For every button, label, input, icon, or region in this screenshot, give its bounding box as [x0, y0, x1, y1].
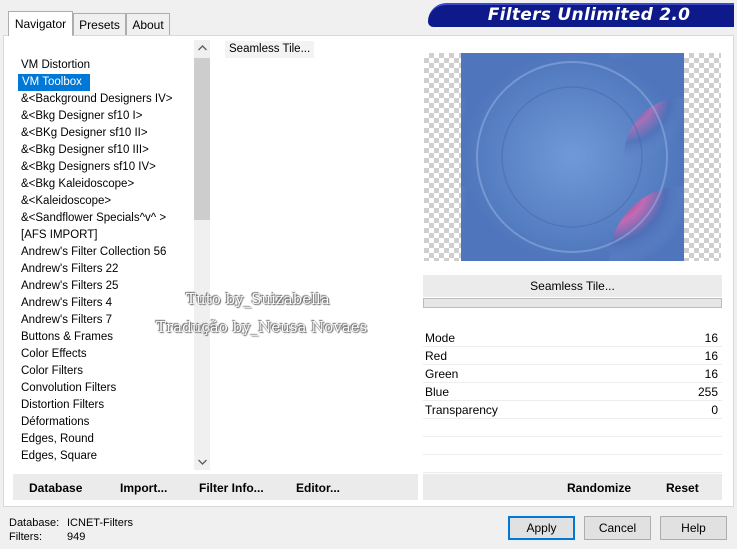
- preview-image: [461, 53, 684, 261]
- list-item[interactable]: &<Bkg Designer sf10 III>: [15, 142, 193, 159]
- list-item[interactable]: VM Toolbox: [18, 74, 90, 91]
- param-row[interactable]: Mode 16: [423, 329, 722, 347]
- reset-button[interactable]: Reset: [666, 481, 699, 495]
- list-item[interactable]: Andrew's Filters 25: [15, 278, 193, 295]
- param-label: Red: [425, 349, 448, 363]
- param-row-empty: [423, 437, 722, 455]
- watermark-line-1: Tuto by_Suizabella: [186, 290, 330, 308]
- database-value: ICNET-Filters: [67, 517, 133, 529]
- app-title: Filters Unlimited 2.0: [487, 5, 691, 25]
- progress-bar: [423, 298, 722, 308]
- category-list[interactable]: VM Distortion VM Toolbox &<Background Desi…: [15, 40, 193, 470]
- list-item[interactable]: Andrew's Filter Collection 56: [15, 244, 193, 261]
- param-label: Blue: [425, 385, 450, 399]
- filters-count-label: Filters:: [9, 531, 42, 543]
- list-item[interactable]: VM Distortion: [15, 57, 193, 74]
- filters-count-value: 949: [67, 531, 86, 543]
- tab-presets[interactable]: Presets: [73, 13, 126, 35]
- randomize-button[interactable]: Randomize: [567, 481, 631, 495]
- param-value[interactable]: 0: [711, 403, 718, 417]
- chevron-down-icon[interactable]: [194, 454, 210, 470]
- param-row[interactable]: Green 16: [423, 365, 722, 383]
- list-item[interactable]: Convolution Filters: [15, 380, 193, 397]
- param-value[interactable]: 16: [705, 331, 718, 345]
- chevron-up-icon[interactable]: [194, 40, 210, 56]
- cancel-button[interactable]: Cancel: [584, 516, 651, 540]
- import-button[interactable]: Import...: [120, 481, 167, 495]
- help-button[interactable]: Help: [660, 516, 727, 540]
- param-label: Transparency: [425, 403, 498, 417]
- tab-navigator[interactable]: Navigator: [8, 11, 73, 36]
- apply-label: Apply: [526, 521, 557, 535]
- param-value[interactable]: 255: [698, 385, 718, 399]
- param-value[interactable]: 16: [705, 367, 718, 381]
- watermark-line-2: Tradução by_Neusa Novaes: [156, 318, 368, 336]
- param-label: Mode: [425, 331, 456, 345]
- param-value[interactable]: 16: [705, 349, 718, 363]
- list-item[interactable]: Edges, Square: [15, 448, 193, 465]
- list-item[interactable]: Color Filters: [15, 363, 193, 380]
- param-row-empty: [423, 455, 722, 473]
- list-item[interactable]: Distortion Filters: [15, 397, 193, 414]
- list-item[interactable]: Edges, Round: [15, 431, 193, 448]
- editor-button[interactable]: Editor...: [296, 481, 340, 495]
- tab-label: Navigator: [14, 17, 67, 31]
- param-label: Green: [425, 367, 459, 381]
- database-button[interactable]: Database: [29, 481, 82, 495]
- list-item[interactable]: &<BKg Designer sf10 II>: [15, 125, 193, 142]
- list-item[interactable]: &<Kaleidoscope>: [15, 193, 193, 210]
- list-item[interactable]: &<Bkg Designers sf10 IV>: [15, 159, 193, 176]
- param-row[interactable]: Transparency 0: [423, 401, 722, 419]
- list-item[interactable]: Déformations: [15, 414, 193, 431]
- list-item[interactable]: Andrew's Filters 4: [15, 295, 193, 312]
- help-label: Help: [681, 521, 706, 535]
- filter-info-button[interactable]: Filter Info...: [199, 481, 264, 495]
- apply-button[interactable]: Apply: [508, 516, 575, 540]
- param-row-empty: [423, 419, 722, 437]
- category-items: VM Distortion VM Toolbox &<Background Desi…: [15, 57, 193, 465]
- selected-filter-name: Seamless Tile...: [423, 275, 722, 297]
- tab-label: Presets: [79, 17, 120, 32]
- database-label: Database:: [9, 517, 60, 529]
- list-item[interactable]: &<Background Designers IV>: [15, 91, 193, 108]
- param-row[interactable]: Red 16: [423, 347, 722, 365]
- list-item[interactable]: &<Bkg Kaleidoscope>: [15, 176, 193, 193]
- tab-label: About: [132, 17, 164, 32]
- filter-item-seamless-tile[interactable]: Seamless Tile...: [225, 41, 315, 58]
- list-item[interactable]: &<Sandflower Specials^v^ >: [15, 210, 193, 227]
- param-row[interactable]: Blue 255: [423, 383, 722, 401]
- list-item[interactable]: Color Effects: [15, 346, 193, 363]
- cancel-label: Cancel: [598, 521, 637, 535]
- scrollbar-thumb[interactable]: [194, 58, 210, 220]
- tab-about[interactable]: About: [126, 13, 170, 35]
- list-item[interactable]: Andrew's Filters 22: [15, 261, 193, 278]
- list-item[interactable]: &<Bkg Designer sf10 I>: [15, 108, 193, 125]
- list-item[interactable]: [AFS IMPORT]: [15, 227, 193, 244]
